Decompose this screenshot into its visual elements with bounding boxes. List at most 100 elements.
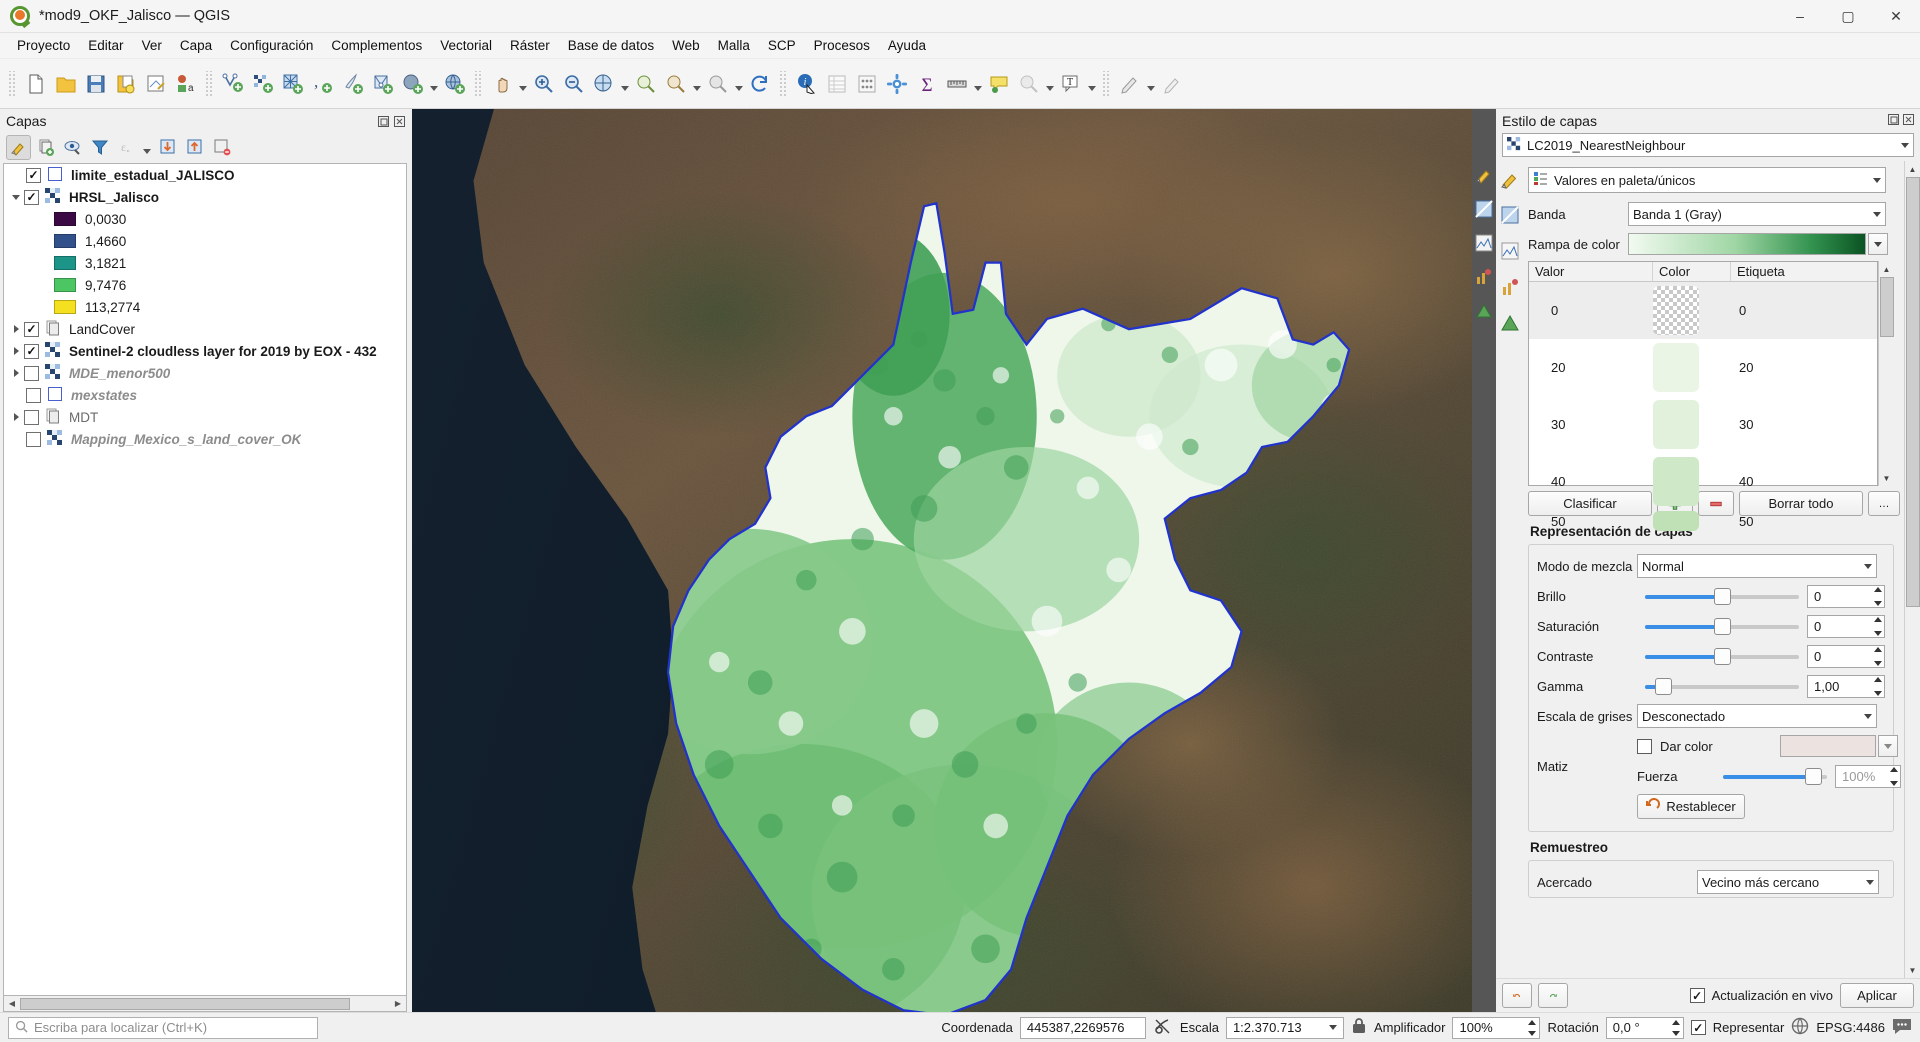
show-bookmarks-icon[interactable] (1015, 70, 1043, 98)
identify-features-icon[interactable]: i (793, 70, 821, 98)
bookmarks-dropdown-icon[interactable] (1044, 70, 1056, 98)
cell-color-swatch[interactable] (1653, 511, 1699, 531)
menu-proyecto[interactable]: Proyecto (8, 35, 79, 56)
scroll-left-icon[interactable]: ◀ (4, 997, 20, 1011)
layer-row-landcover[interactable]: ✓ LandCover (4, 318, 406, 340)
menu-configuracion[interactable]: Configuración (221, 35, 322, 56)
layer-visibility-checkbox[interactable]: ✓ (24, 321, 39, 337)
toolbar-grip-3[interactable] (474, 70, 483, 97)
rendering-tab-icon[interactable] (1474, 267, 1494, 287)
field-calculator-icon[interactable] (853, 70, 881, 98)
band-combo[interactable]: Banda 1 (Gray) (1628, 202, 1886, 226)
menu-ayuda[interactable]: Ayuda (879, 35, 935, 56)
brightness-slider[interactable] (1645, 587, 1799, 605)
zoom-dropdown-icon[interactable] (619, 70, 631, 98)
transparency-tab-icon[interactable] (1474, 199, 1494, 219)
chevron-down-icon[interactable] (1873, 177, 1881, 183)
open-attribute-table-icon[interactable] (823, 70, 851, 98)
palette-table[interactable]: Valor Color Etiqueta 0 0 20 20 30 30 40 … (1528, 261, 1878, 531)
measure-line-icon[interactable] (943, 70, 971, 98)
pyramids-side-icon[interactable] (1500, 313, 1520, 336)
layer-row-mde-menor500[interactable]: MDE_menor500 (4, 362, 406, 384)
add-raster-layer-icon[interactable] (249, 70, 277, 98)
close-button[interactable]: ✕ (1872, 0, 1920, 33)
scroll-right-icon[interactable]: ▶ (390, 997, 406, 1011)
layer-row-sentinel-2[interactable]: ✓ Sentinel-2 cloudless layer for 2019 by… (4, 340, 406, 362)
palette-table-scrollbar[interactable]: ▲ ▼ (1878, 261, 1894, 486)
symbology-tab-icon[interactable] (1474, 165, 1494, 185)
layer-row-hrsl-jalisco[interactable]: ✓ HRSL_Jalisco (4, 186, 406, 208)
toggle-extents-icon[interactable] (1153, 1016, 1173, 1039)
slider-handle[interactable] (1654, 678, 1672, 695)
contrast-slider[interactable] (1645, 647, 1799, 665)
layers-horizontal-scrollbar[interactable]: ◀ ▶ (3, 996, 407, 1012)
toolbar-grip-2[interactable] (205, 70, 214, 97)
menu-capa[interactable]: Capa (171, 35, 221, 56)
menu-web[interactable]: Web (663, 35, 709, 56)
layer-visibility-checkbox[interactable] (24, 365, 39, 381)
zoom-full-icon[interactable] (590, 70, 618, 98)
scrollbar-thumb[interactable] (20, 997, 350, 1010)
add-postgis-layer-icon[interactable] (399, 70, 427, 98)
open-project-icon[interactable] (52, 70, 80, 98)
filter-legend-dropdown-icon[interactable] (141, 133, 153, 161)
zoomed-in-combo[interactable]: Vecino más cercano (1697, 870, 1879, 894)
filter-legend-by-expression-icon[interactable]: ε (114, 135, 139, 160)
add-virtual-layer-icon[interactable] (369, 70, 397, 98)
slider-handle[interactable] (1714, 618, 1731, 635)
colorize-color-dropdown-icon[interactable] (1878, 735, 1898, 757)
remove-layer-icon[interactable] (209, 135, 234, 160)
layer-visibility-checkbox[interactable] (24, 409, 39, 425)
menu-vectorial[interactable]: Vectorial (431, 35, 501, 56)
add-delimited-text-layer-icon[interactable]: , (309, 70, 337, 98)
edit-dropdown-icon[interactable] (1145, 70, 1157, 98)
table-row[interactable]: 40 40 (1529, 453, 1877, 510)
expander-icon[interactable] (8, 365, 24, 381)
crs-value[interactable]: EPSG:4486 (1816, 1020, 1885, 1035)
new-project-icon[interactable] (22, 70, 50, 98)
cell-color-swatch[interactable] (1653, 457, 1699, 506)
scrollbar-thumb[interactable] (1879, 277, 1894, 337)
gamma-slider[interactable] (1645, 677, 1799, 695)
blend-mode-combo[interactable]: Normal (1637, 554, 1877, 578)
toolbar-grip[interactable] (8, 70, 17, 97)
color-ramp-dropdown-icon[interactable] (1868, 233, 1888, 255)
redo-icon[interactable] (1538, 983, 1568, 1008)
menu-editar[interactable]: Editar (79, 35, 132, 56)
chevron-down-icon[interactable] (1864, 563, 1872, 569)
close-panel-icon[interactable] (1903, 114, 1914, 128)
add-group-icon[interactable] (33, 135, 58, 160)
layer-visibility-checkbox[interactable]: ✓ (24, 343, 39, 359)
cell-etiqueta[interactable]: 20 (1731, 360, 1877, 375)
menu-raster[interactable]: Ráster (501, 35, 559, 56)
transparency-side-icon[interactable] (1500, 205, 1520, 228)
histogram-side-icon[interactable] (1500, 241, 1520, 264)
lock-icon[interactable] (1351, 1017, 1367, 1038)
current-edits-icon[interactable] (1158, 70, 1186, 98)
layer-row-mexstates[interactable]: mexstates (4, 384, 406, 406)
layer-visibility-checkbox[interactable]: ✓ (26, 167, 41, 183)
strength-spinbox[interactable]: 100% (1835, 764, 1901, 788)
float-panel-icon[interactable] (1888, 114, 1899, 128)
colorize-color-swatch[interactable] (1780, 735, 1876, 757)
cell-etiqueta[interactable]: 30 (1731, 417, 1877, 432)
contrast-spinbox[interactable]: 0 (1807, 644, 1885, 668)
menu-base-de-datos[interactable]: Base de datos (559, 35, 663, 56)
grayscale-combo[interactable]: Desconectado (1637, 704, 1877, 728)
map-canvas[interactable] (412, 109, 1472, 1012)
rendering-side-icon[interactable] (1500, 277, 1520, 300)
new-text-annotation-icon[interactable]: T (1057, 70, 1085, 98)
gamma-spinbox[interactable]: 1,00 (1807, 674, 1885, 698)
globe-icon[interactable] (1791, 1017, 1809, 1038)
zoom-in-icon[interactable] (530, 70, 558, 98)
scale-combo[interactable]: 1:2.370.713 (1225, 1016, 1344, 1039)
layer-row-mapping-mexico[interactable]: Mapping_Mexico_s_land_cover_OK (4, 428, 406, 450)
maximize-button[interactable]: ▢ (1824, 0, 1872, 33)
minimize-button[interactable]: – (1776, 0, 1824, 33)
refresh-icon[interactable] (746, 70, 774, 98)
saturation-spinbox[interactable]: 0 (1807, 614, 1885, 638)
brightness-spinbox[interactable]: 0 (1807, 584, 1885, 608)
layer-visibility-checkbox[interactable] (26, 387, 41, 403)
rotation-spinbox[interactable]: 0,0 ° (1605, 1016, 1684, 1039)
cell-color-swatch[interactable] (1653, 400, 1699, 449)
